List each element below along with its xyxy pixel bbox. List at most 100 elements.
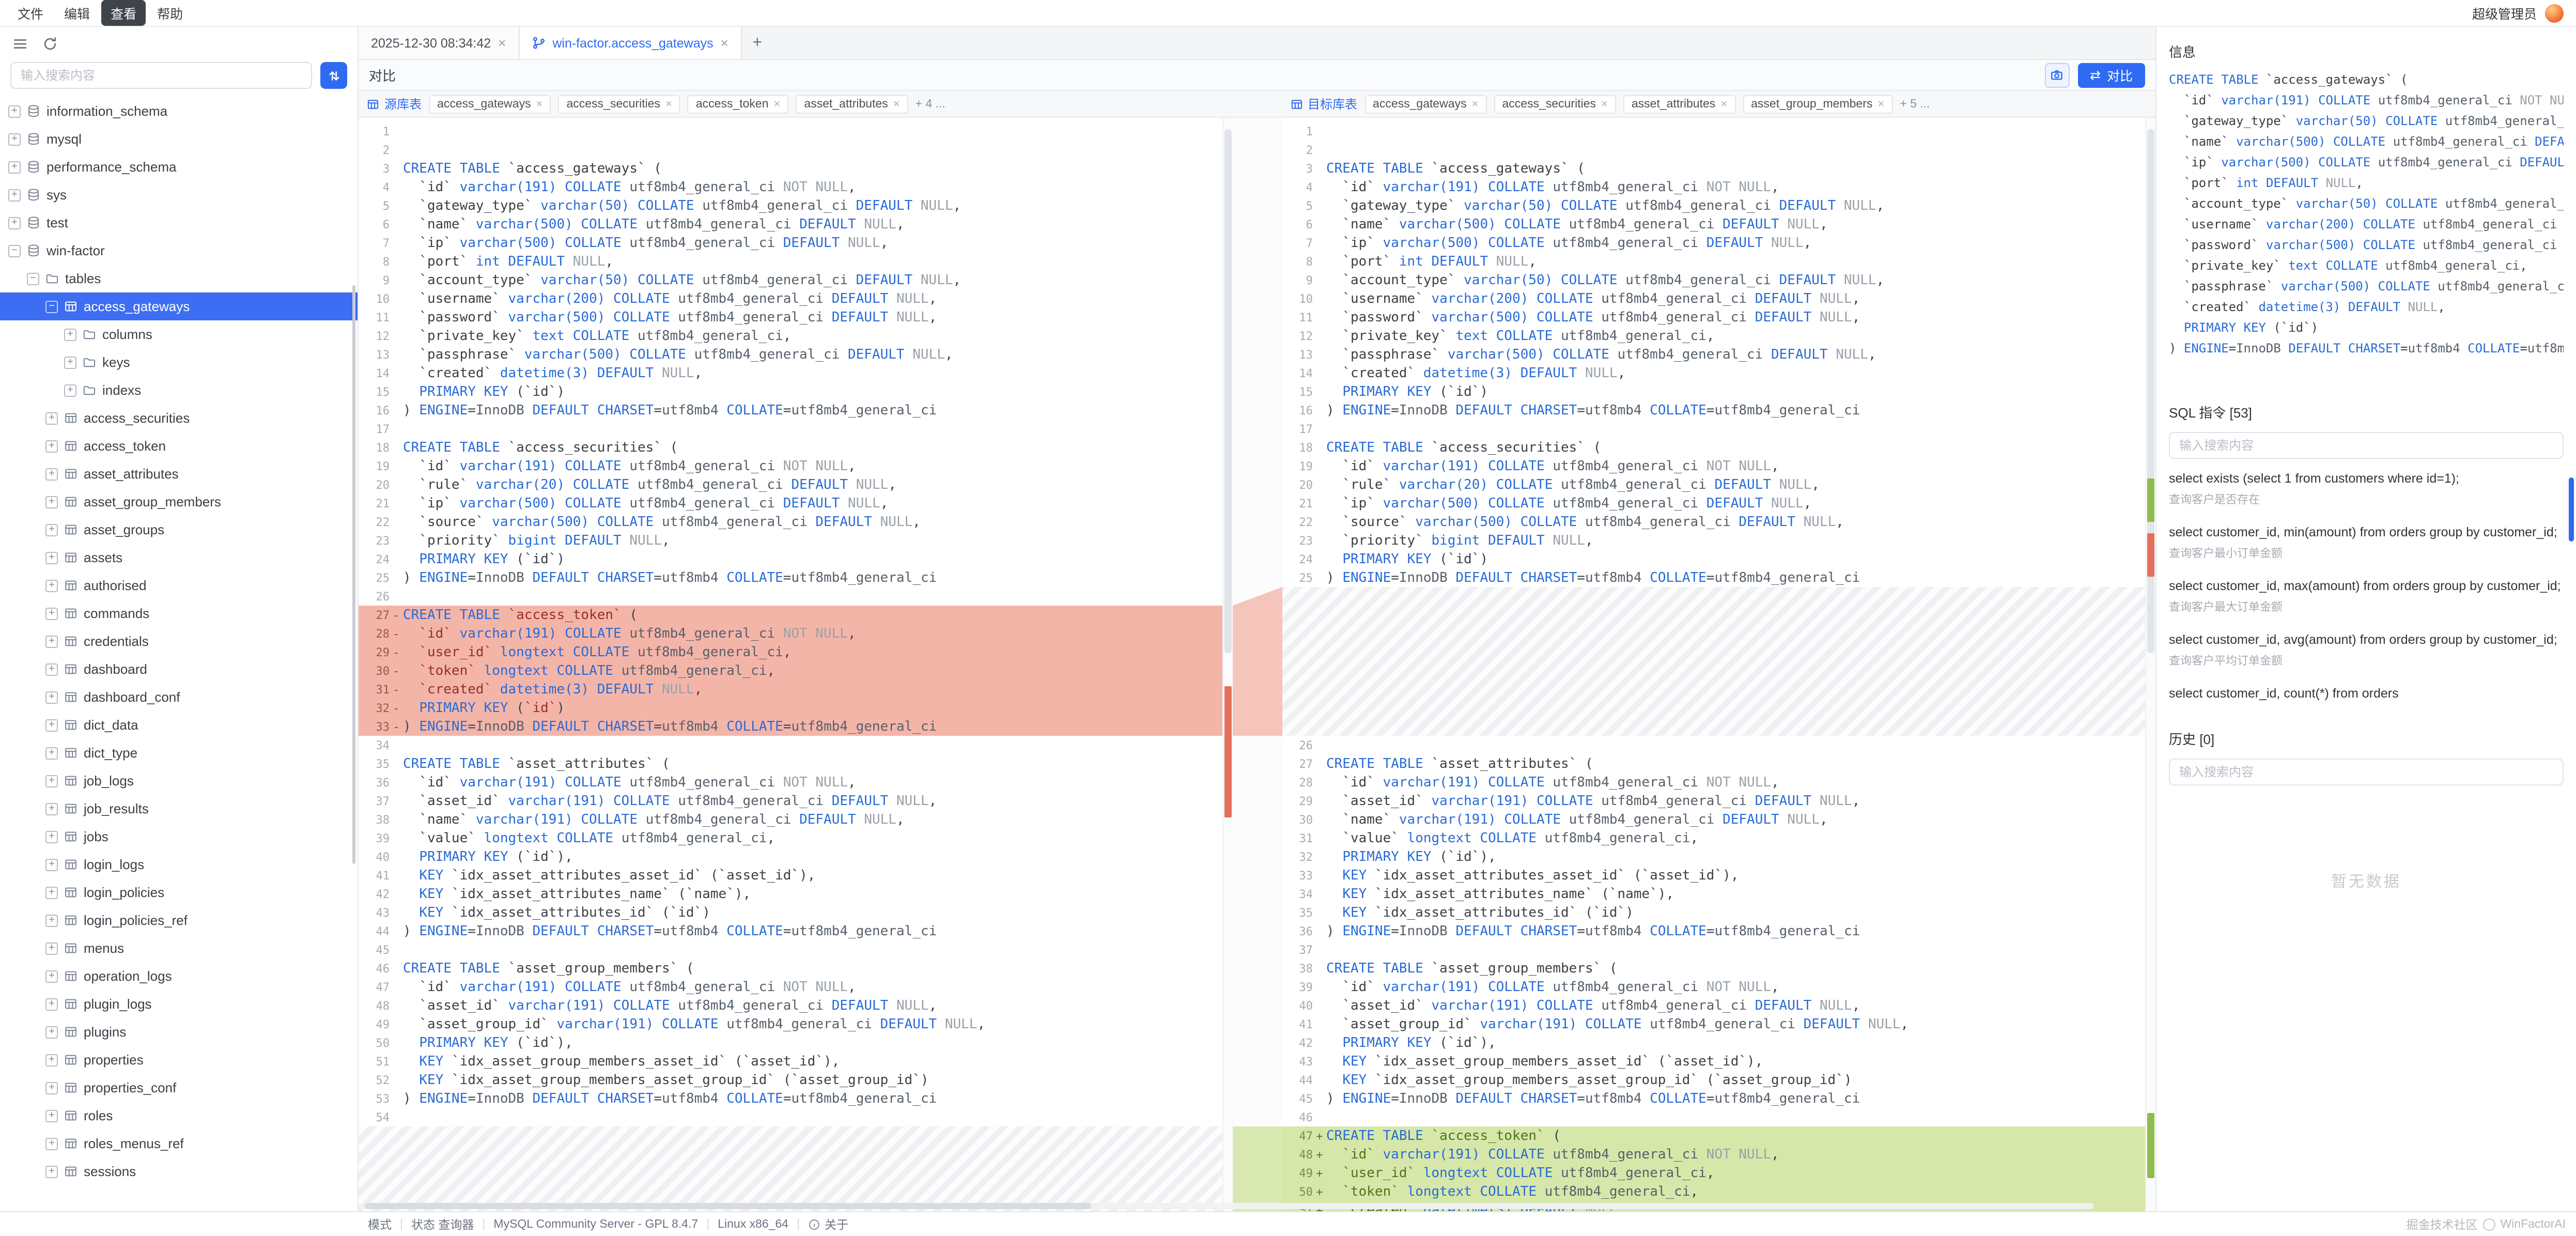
code-line[interactable]: 21 `ip` varchar(500) COLLATE utf8mb4_gen…	[1282, 494, 2145, 513]
code-line[interactable]: 25) ENGINE=InnoDB DEFAULT CHARSET=utf8mb…	[359, 568, 1222, 587]
code-line[interactable]: 2	[359, 141, 1222, 159]
tree-item-performance_schema[interactable]: +performance_schema	[0, 153, 358, 181]
code-line[interactable]: 29- `user_id` longtext COLLATE utf8mb4_g…	[359, 643, 1222, 661]
code-line[interactable]: 38 `name` varchar(191) COLLATE utf8mb4_g…	[359, 810, 1222, 829]
tree-item-win-factor[interactable]: −win-factor	[0, 237, 358, 265]
target-editor[interactable]: 123CREATE TABLE `access_gateways` (4 `id…	[1282, 118, 2155, 1211]
close-icon[interactable]: ×	[1601, 98, 1608, 110]
code-line[interactable]: 13 `passphrase` varchar(500) COLLATE utf…	[359, 345, 1222, 364]
collapse-button[interactable]	[320, 62, 347, 89]
sql-command-item[interactable]: select customer_id, avg(amount) from ord…	[2169, 630, 2564, 669]
code-line[interactable]: 46CREATE TABLE `asset_group_members` (	[359, 959, 1222, 978]
tree-item-dashboard[interactable]: +dashboard	[0, 655, 358, 683]
tree-item-job_logs[interactable]: +job_logs	[0, 767, 358, 795]
tree-item-menus[interactable]: +menus	[0, 934, 358, 962]
expander-icon[interactable]: +	[45, 440, 58, 452]
expander-icon[interactable]: +	[64, 328, 76, 341]
code-line[interactable]: 4 `id` varchar(191) COLLATE utf8mb4_gene…	[1282, 178, 2145, 196]
code-line[interactable]: 19 `id` varchar(191) COLLATE utf8mb4_gen…	[1282, 457, 2145, 475]
tree-item-sys[interactable]: +sys	[0, 181, 358, 209]
close-icon[interactable]: ×	[498, 35, 506, 51]
list-icon[interactable]	[12, 36, 28, 51]
code-line[interactable]: 4 `id` varchar(191) COLLATE utf8mb4_gene…	[359, 178, 1222, 196]
close-icon[interactable]: ×	[721, 35, 728, 51]
expander-icon[interactable]: +	[45, 1054, 58, 1066]
code-line[interactable]: 18CREATE TABLE `access_securities` (	[1282, 438, 2145, 457]
tree-item-mysql[interactable]: +mysql	[0, 125, 358, 153]
code-line[interactable]: 16) ENGINE=InnoDB DEFAULT CHARSET=utf8mb…	[359, 401, 1222, 420]
close-icon[interactable]: ×	[665, 98, 672, 110]
tree-item-sessions[interactable]: +sessions	[0, 1157, 358, 1185]
code-line[interactable]: 16) ENGINE=InnoDB DEFAULT CHARSET=utf8mb…	[1282, 401, 2145, 420]
code-line[interactable]: 28- `id` varchar(191) COLLATE utf8mb4_ge…	[359, 624, 1222, 643]
expander-icon[interactable]: +	[45, 607, 58, 620]
code-line[interactable]: 7 `ip` varchar(500) COLLATE utf8mb4_gene…	[1282, 234, 2145, 252]
expander-icon[interactable]: +	[45, 942, 58, 954]
expander-icon[interactable]: +	[45, 1026, 58, 1038]
refresh-icon[interactable]	[42, 36, 58, 51]
code-line[interactable]: 15 PRIMARY KEY (`id`)	[1282, 382, 2145, 401]
expander-icon[interactable]: +	[45, 998, 58, 1010]
pane-tab-access_gateways[interactable]: access_gateways×	[429, 95, 551, 113]
code-line[interactable]: 43 KEY `idx_asset_group_members_asset_id…	[1282, 1052, 2145, 1071]
code-line[interactable]: 11 `password` varchar(500) COLLATE utf8m…	[1282, 308, 2145, 327]
code-line[interactable]: 14 `created` datetime(3) DEFAULT NULL,	[359, 364, 1222, 382]
tree-item-jobs[interactable]: +jobs	[0, 823, 358, 851]
code-line[interactable]: 20 `rule` varchar(20) COLLATE utf8mb4_ge…	[359, 475, 1222, 494]
expander-icon[interactable]: +	[45, 635, 58, 647]
compare-button[interactable]: ⇄ 对比	[2077, 63, 2145, 87]
code-line[interactable]: 32- PRIMARY KEY (`id`)	[359, 699, 1222, 717]
code-line[interactable]: 28 `id` varchar(191) COLLATE utf8mb4_gen…	[1282, 773, 2145, 792]
tree-item-dict_type[interactable]: +dict_type	[0, 739, 358, 767]
code-line[interactable]: 6 `name` varchar(500) COLLATE utf8mb4_ge…	[359, 215, 1222, 234]
expander-icon[interactable]: +	[45, 496, 58, 508]
code-line[interactable]: 22 `source` varchar(500) COLLATE utf8mb4…	[359, 513, 1222, 531]
code-line[interactable]: 36) ENGINE=InnoDB DEFAULT CHARSET=utf8mb…	[1282, 922, 2145, 940]
pane-tab-asset_group_members[interactable]: asset_group_members×	[1743, 95, 1892, 113]
pane-tab-access_token[interactable]: access_token×	[688, 95, 789, 113]
code-line[interactable]: 17	[1282, 420, 2145, 438]
code-line[interactable]: 15 PRIMARY KEY (`id`)	[359, 382, 1222, 401]
tree-item-plugins[interactable]: +plugins	[0, 1018, 358, 1046]
tree-item-indexs[interactable]: +indexs	[0, 376, 358, 404]
code-line[interactable]: 30 `name` varchar(191) COLLATE utf8mb4_g…	[1282, 810, 2145, 829]
expander-icon[interactable]: +	[45, 858, 58, 871]
code-line[interactable]: 49+ `user_id` longtext COLLATE utf8mb4_g…	[1282, 1164, 2145, 1182]
code-line[interactable]: 21 `ip` varchar(500) COLLATE utf8mb4_gen…	[359, 494, 1222, 513]
code-line[interactable]: 27CREATE TABLE `asset_attributes` (	[1282, 754, 2145, 773]
code-line[interactable]: 38CREATE TABLE `asset_group_members` (	[1282, 959, 2145, 978]
menu-item-view[interactable]: 查看	[101, 0, 146, 26]
code-line[interactable]: 22 `source` varchar(500) COLLATE utf8mb4…	[1282, 513, 2145, 531]
snapshot-button[interactable]	[2044, 63, 2069, 87]
code-line[interactable]: 30- `token` longtext COLLATE utf8mb4_gen…	[359, 661, 1222, 680]
code-line[interactable]: 27-CREATE TABLE `access_token` (	[359, 606, 1222, 624]
tree-item-columns[interactable]: +columns	[0, 320, 358, 348]
code-line[interactable]: 39 `id` varchar(191) COLLATE utf8mb4_gen…	[1282, 978, 2145, 996]
code-line[interactable]: 18CREATE TABLE `access_securities` (	[359, 438, 1222, 457]
pane-tab-access_securities[interactable]: access_securities×	[1494, 95, 1616, 113]
code-line[interactable]: 39 `value` longtext COLLATE utf8mb4_gene…	[359, 829, 1222, 847]
tree-item-plugin_logs[interactable]: +plugin_logs	[0, 990, 358, 1018]
code-line[interactable]: 35CREATE TABLE `asset_attributes` (	[359, 754, 1222, 773]
tree-item-credentials[interactable]: +credentials	[0, 627, 358, 655]
expander-icon[interactable]: +	[8, 189, 21, 201]
avatar[interactable]	[2545, 4, 2564, 22]
sidebar-scrollbar[interactable]	[352, 285, 355, 864]
expander-icon[interactable]: −	[45, 300, 58, 313]
code-line[interactable]: 51 KEY `idx_asset_group_members_asset_id…	[359, 1052, 1222, 1071]
expander-icon[interactable]: +	[8, 105, 21, 117]
tree-item-properties[interactable]: +properties	[0, 1046, 358, 1074]
expander-icon[interactable]: +	[45, 412, 58, 424]
expander-icon[interactable]: +	[45, 802, 58, 815]
tree-item-asset_attributes[interactable]: +asset_attributes	[0, 460, 358, 488]
code-line[interactable]: 12 `private_key` text COLLATE utf8mb4_ge…	[359, 327, 1222, 345]
tree-item-dict_data[interactable]: +dict_data	[0, 711, 358, 739]
expander-icon[interactable]: +	[45, 970, 58, 982]
sql-search-input[interactable]	[2169, 432, 2564, 459]
code-line[interactable]: 41 `asset_group_id` varchar(191) COLLATE…	[1282, 1015, 2145, 1033]
tree-item-roles[interactable]: +roles	[0, 1102, 358, 1130]
close-icon[interactable]: ×	[536, 98, 543, 110]
code-line[interactable]: 29 `asset_id` varchar(191) COLLATE utf8m…	[1282, 792, 2145, 810]
code-line[interactable]: 2	[1282, 141, 2145, 159]
target-overview-ruler[interactable]	[2145, 118, 2155, 1211]
